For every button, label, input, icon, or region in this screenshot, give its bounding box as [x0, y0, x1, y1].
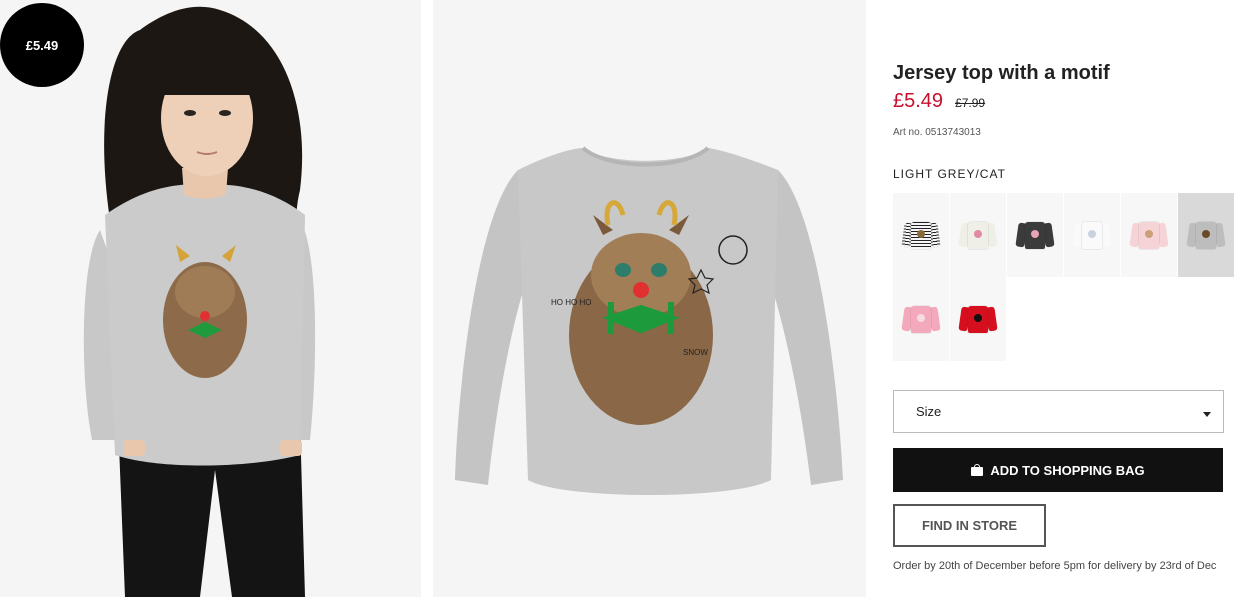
- model-photo[interactable]: £5.49: [0, 0, 421, 597]
- product-title: Jersey top with a motif: [893, 62, 1110, 84]
- model-photo-illustration: [0, 0, 421, 597]
- shopping-bag-icon: [971, 464, 984, 476]
- colour-swatch-striped[interactable]: [893, 193, 950, 277]
- swatch-thumbnail: [901, 304, 941, 334]
- product-flat-photo[interactable]: HO HO HO SNOW: [433, 0, 866, 597]
- current-price: £5.49: [893, 90, 944, 112]
- svg-text:SNOW: SNOW: [683, 348, 708, 357]
- swatch-thumbnail: [1129, 220, 1169, 250]
- colour-swatch-off-white[interactable]: [950, 193, 1007, 277]
- add-to-bag-label: ADD TO SHOPPING BAG: [990, 462, 1145, 478]
- original-price: £7.99: [955, 96, 986, 110]
- chevron-down-icon: [1203, 412, 1211, 417]
- find-in-store-button[interactable]: FIND IN STORE: [893, 504, 1046, 547]
- article-number: Art no. 0513743013: [893, 127, 981, 138]
- swatch-thumbnail: [1015, 220, 1055, 250]
- colour-swatch-red[interactable]: [950, 277, 1007, 361]
- swatch-thumbnail: [1186, 220, 1226, 250]
- svg-text:HO HO HO: HO HO HO: [551, 298, 591, 307]
- add-to-bag-button[interactable]: ADD TO SHOPPING BAG: [893, 448, 1223, 492]
- swatch-thumbnail: [958, 304, 998, 334]
- product-page: £5.49 HO HO HO SNOW Jersey top with a mo…: [0, 0, 1244, 597]
- price-badge: £5.49: [0, 3, 84, 87]
- colour-swatch-light-grey-cat[interactable]: [1178, 193, 1235, 277]
- size-select-label: Size: [916, 404, 942, 419]
- product-info-panel: Jersey top with a motif £5.49 £7.99 Art …: [893, 0, 1244, 597]
- colour-swatch-light-pink[interactable]: [1121, 193, 1178, 277]
- swatch-thumbnail: [1072, 220, 1112, 250]
- colour-swatch-white[interactable]: [1064, 193, 1121, 277]
- swatch-thumbnail: [958, 220, 998, 250]
- colour-swatch-grid: [893, 193, 1244, 361]
- selected-colour-name: LIGHT GREY/CAT: [893, 167, 1006, 181]
- colour-swatch-dark-grey[interactable]: [1007, 193, 1064, 277]
- delivery-note: Order by 20th of December before 5pm for…: [893, 560, 1217, 572]
- product-flat-illustration: HO HO HO SNOW: [433, 0, 866, 597]
- size-select[interactable]: Size: [893, 390, 1224, 433]
- price-row: £5.49 £7.99: [893, 90, 985, 113]
- swatch-thumbnail: [901, 220, 941, 250]
- colour-swatch-pink[interactable]: [893, 277, 950, 361]
